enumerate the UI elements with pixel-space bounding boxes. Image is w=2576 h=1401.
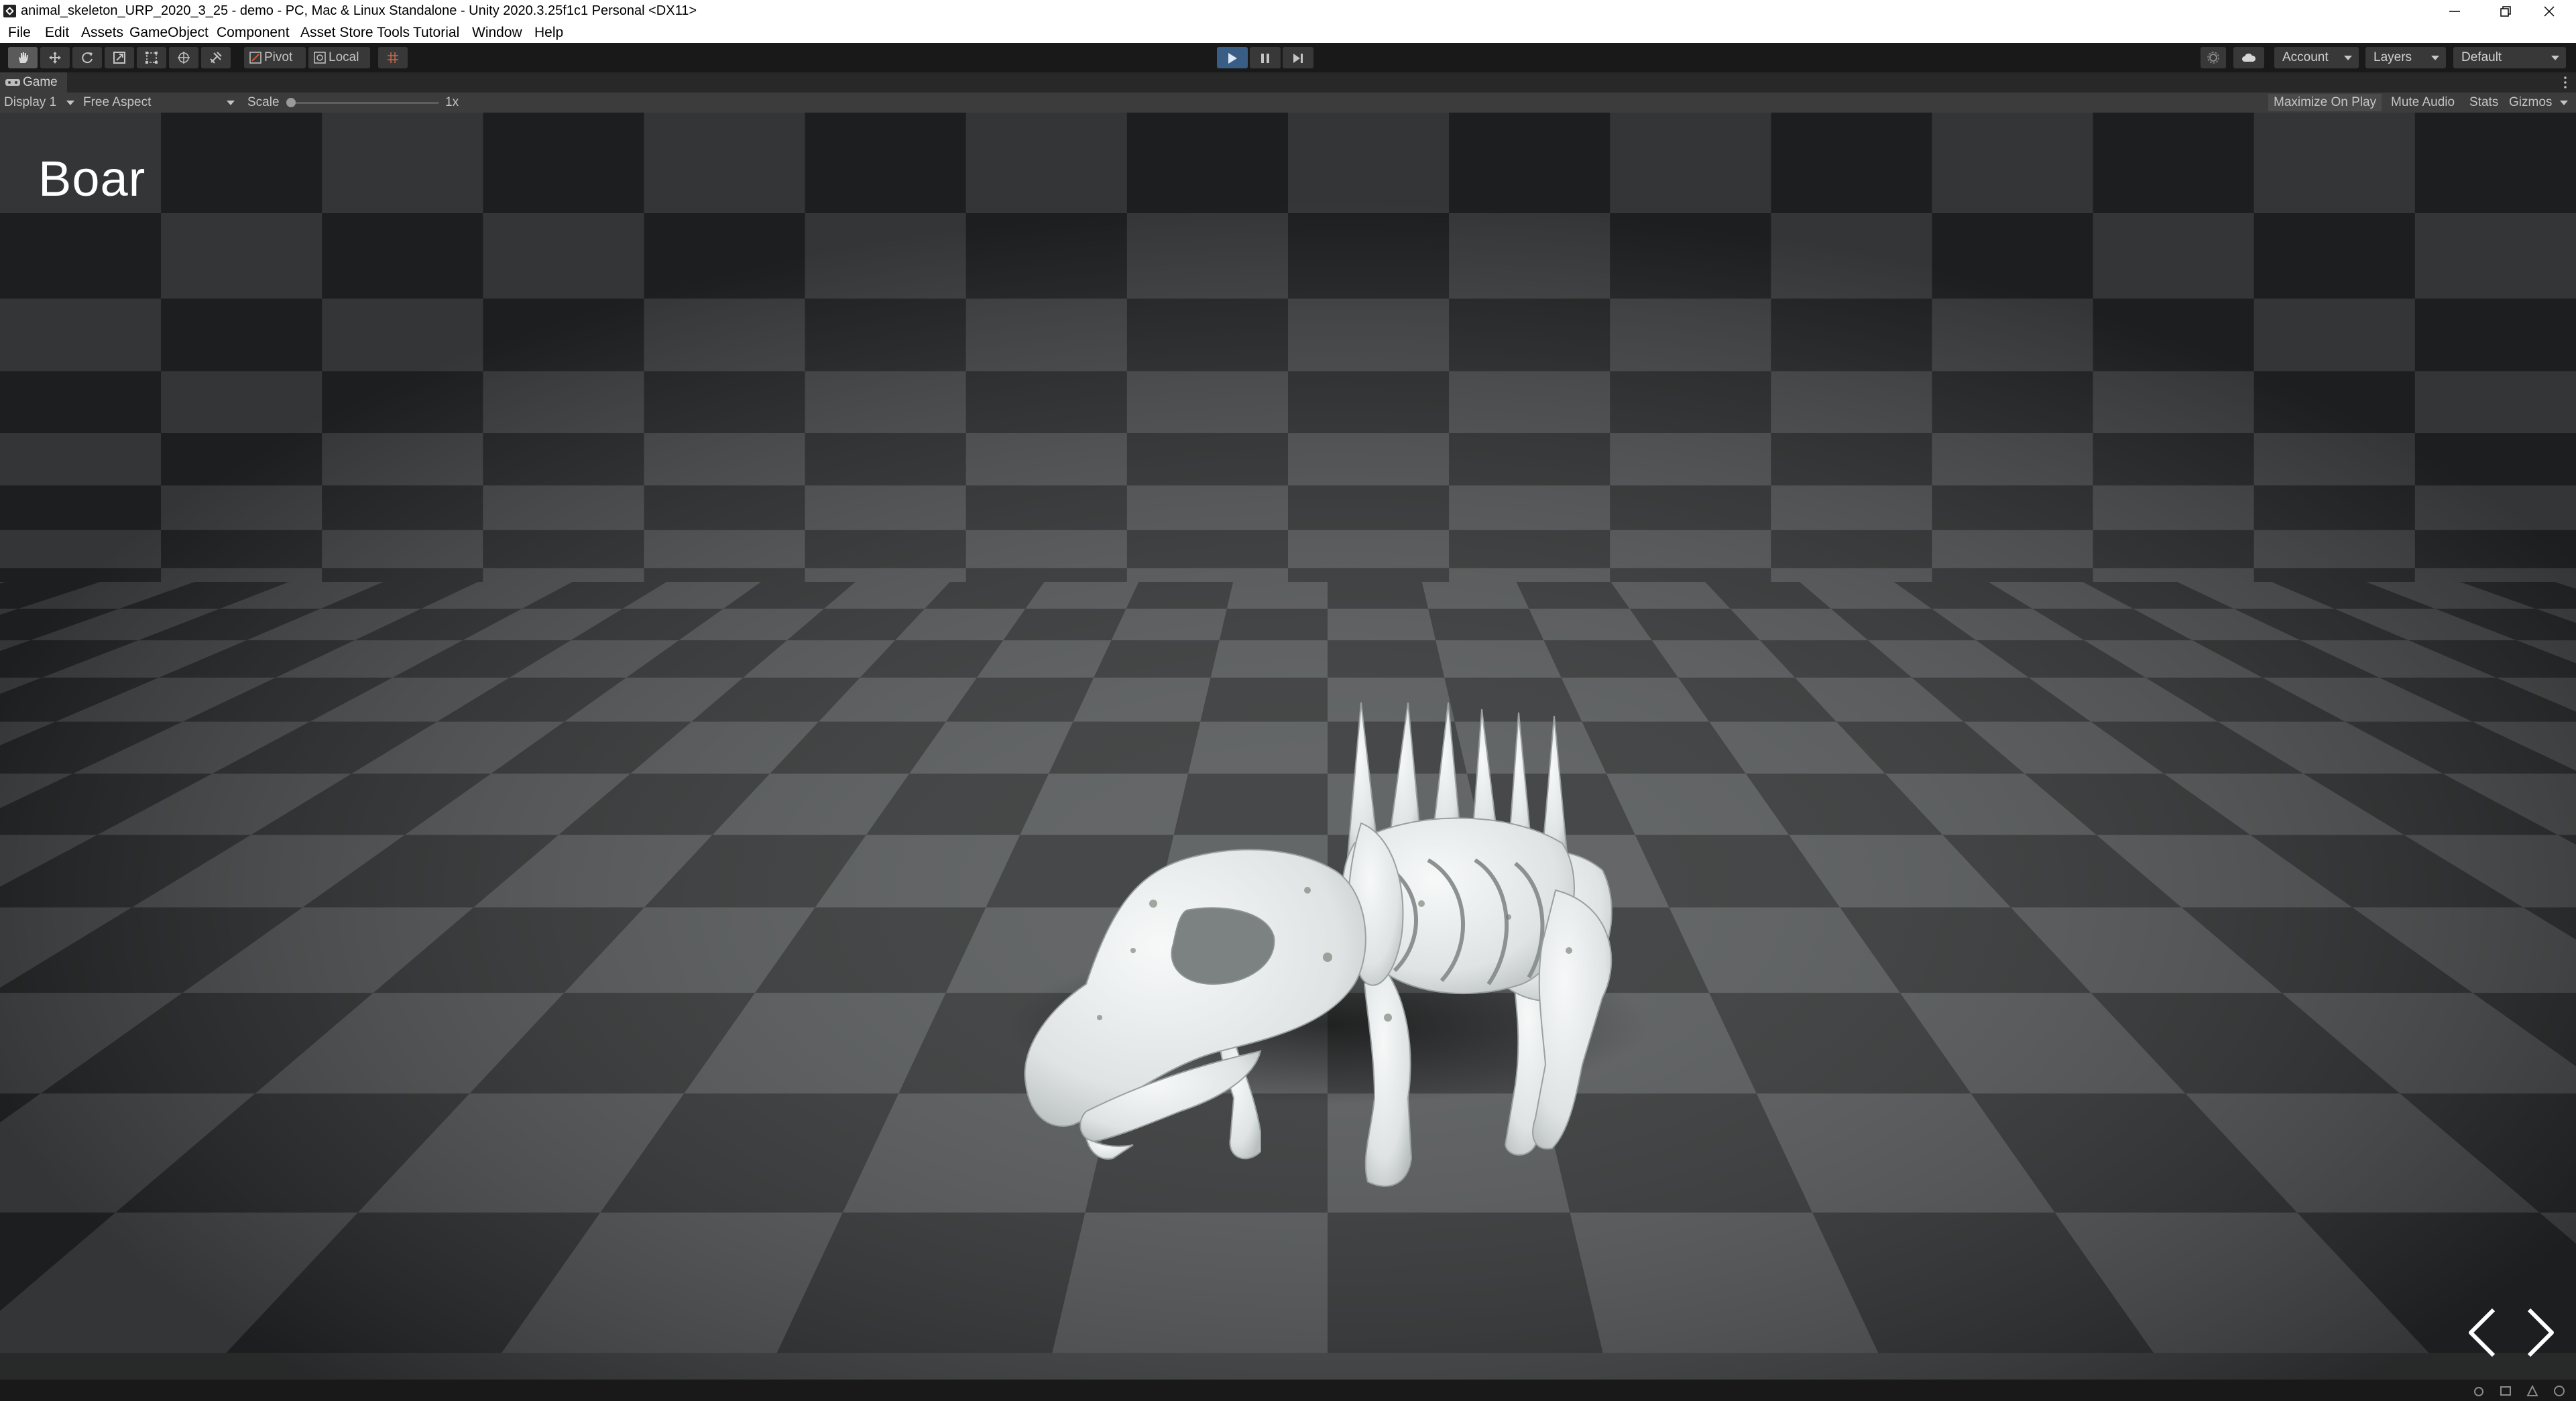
scale-icon bbox=[113, 52, 125, 64]
chevron-down-icon bbox=[227, 101, 235, 105]
layout-dropdown[interactable]: Default bbox=[2453, 47, 2566, 68]
game-view-toolbar: Display 1 Free Aspect Scale 1x Maximize … bbox=[0, 93, 2576, 113]
rect-transform-icon bbox=[145, 52, 158, 64]
hand-tool-button[interactable] bbox=[8, 47, 38, 68]
chevron-down-icon bbox=[2560, 101, 2568, 105]
menu-asset-store-tools[interactable]: Asset Store Tools bbox=[300, 22, 410, 43]
menu-gameobject[interactable]: GameObject bbox=[129, 22, 209, 43]
menu-assets[interactable]: Assets bbox=[81, 22, 123, 43]
gizmos-toggle[interactable]: Gizmos bbox=[2504, 94, 2557, 111]
cache-icon[interactable] bbox=[2525, 1384, 2540, 1398]
services-gear-icon bbox=[2207, 52, 2219, 64]
gamepad-icon bbox=[5, 79, 20, 86]
aspect-dropdown[interactable]: Free Aspect bbox=[83, 93, 151, 113]
layers-label: Layers bbox=[2374, 50, 2412, 64]
window-title-bar: animal_skeleton_URP_2020_3_25 - demo - P… bbox=[0, 0, 2576, 22]
layout-label: Default bbox=[2461, 50, 2502, 64]
layers-dropdown[interactable]: Layers bbox=[2365, 47, 2446, 68]
minimize-icon bbox=[2449, 11, 2460, 12]
mute-audio-toggle[interactable]: Mute Audio bbox=[2386, 94, 2460, 111]
tab-game[interactable]: Game bbox=[0, 72, 67, 93]
scene-render bbox=[0, 113, 2576, 1380]
scale-slider-track[interactable] bbox=[290, 102, 438, 104]
transform-icon bbox=[178, 52, 190, 64]
lighting-icon[interactable] bbox=[2498, 1384, 2513, 1398]
menu-component[interactable]: Component bbox=[217, 22, 290, 43]
menu-tutorial[interactable]: Tutorial bbox=[413, 22, 459, 43]
pause-icon bbox=[1261, 54, 1269, 63]
account-dropdown[interactable]: Account bbox=[2274, 47, 2359, 68]
custom-tool-button[interactable] bbox=[201, 47, 231, 68]
local-label: Local bbox=[329, 50, 359, 64]
close-window-button[interactable] bbox=[2522, 0, 2576, 22]
grid-snap-icon bbox=[388, 52, 398, 63]
pivot-label: Pivot bbox=[264, 50, 293, 64]
stats-toggle[interactable]: Stats bbox=[2464, 94, 2504, 111]
pause-button[interactable] bbox=[1250, 47, 1281, 68]
next-button[interactable] bbox=[2518, 1306, 2559, 1359]
menu-edit[interactable]: Edit bbox=[45, 22, 69, 43]
scene-title: Boar bbox=[38, 151, 146, 206]
chevron-down-icon bbox=[66, 101, 74, 105]
rect-tool-button[interactable] bbox=[137, 47, 166, 68]
game-viewport[interactable]: Boar bbox=[0, 113, 2576, 1380]
scale-slider-thumb[interactable] bbox=[286, 98, 296, 107]
custom-tools-icon bbox=[210, 52, 222, 64]
cloud-icon bbox=[2242, 53, 2256, 62]
debug-bug-icon[interactable] bbox=[2471, 1384, 2486, 1398]
close-icon bbox=[2544, 6, 2555, 17]
tab-game-label: Game bbox=[23, 75, 58, 89]
maximize-on-play-toggle[interactable]: Maximize On Play bbox=[2268, 94, 2382, 111]
scale-label: Scale bbox=[247, 95, 280, 109]
menu-window[interactable]: Window bbox=[472, 22, 522, 43]
step-icon bbox=[1293, 54, 1303, 63]
prev-button[interactable] bbox=[2464, 1306, 2504, 1359]
menu-file[interactable]: File bbox=[8, 22, 31, 43]
scale-tool-button[interactable] bbox=[105, 47, 134, 68]
rotate-icon bbox=[82, 52, 93, 64]
play-icon bbox=[1228, 53, 1237, 64]
window-title: animal_skeleton_URP_2020_3_25 - demo - P… bbox=[21, 3, 697, 18]
services-button[interactable] bbox=[2201, 47, 2226, 68]
pivot-toggle[interactable]: Pivot bbox=[244, 47, 306, 68]
restore-icon bbox=[2500, 6, 2511, 17]
local-icon bbox=[314, 52, 326, 64]
chevron-down-icon bbox=[2431, 56, 2439, 60]
play-button[interactable] bbox=[1217, 47, 1248, 68]
chevron-down-icon bbox=[2344, 56, 2352, 60]
local-toggle[interactable]: Local bbox=[308, 47, 370, 68]
progress-icon[interactable] bbox=[2552, 1384, 2567, 1398]
collab-button[interactable] bbox=[2233, 47, 2264, 68]
transform-tool-button[interactable] bbox=[169, 47, 198, 68]
step-button[interactable] bbox=[1283, 47, 1313, 68]
pivot-icon bbox=[249, 52, 261, 64]
chevron-right-icon bbox=[2527, 1308, 2554, 1357]
scale-value: 1x bbox=[445, 95, 459, 109]
chevron-left-icon bbox=[2469, 1308, 2496, 1357]
move-icon bbox=[49, 52, 61, 64]
account-label: Account bbox=[2282, 50, 2329, 64]
menu-help[interactable]: Help bbox=[534, 22, 563, 43]
move-tool-button[interactable] bbox=[40, 47, 70, 68]
display-dropdown[interactable]: Display 1 bbox=[4, 93, 56, 113]
snap-grid-button[interactable] bbox=[378, 47, 408, 68]
menu-bar: File Edit Assets GameObject Component As… bbox=[0, 22, 2576, 43]
main-toolbar: Pivot Local Account Layers Default bbox=[0, 43, 2576, 72]
chevron-down-icon bbox=[2551, 56, 2559, 60]
kebab-menu-icon[interactable] bbox=[2564, 76, 2567, 89]
status-bar bbox=[0, 1380, 2576, 1401]
unity-logo-icon bbox=[3, 5, 16, 17]
hand-icon bbox=[19, 52, 28, 63]
tab-bar: Game bbox=[0, 72, 2576, 93]
minimize-button[interactable] bbox=[2428, 0, 2481, 22]
rotate-tool-button[interactable] bbox=[72, 47, 102, 68]
